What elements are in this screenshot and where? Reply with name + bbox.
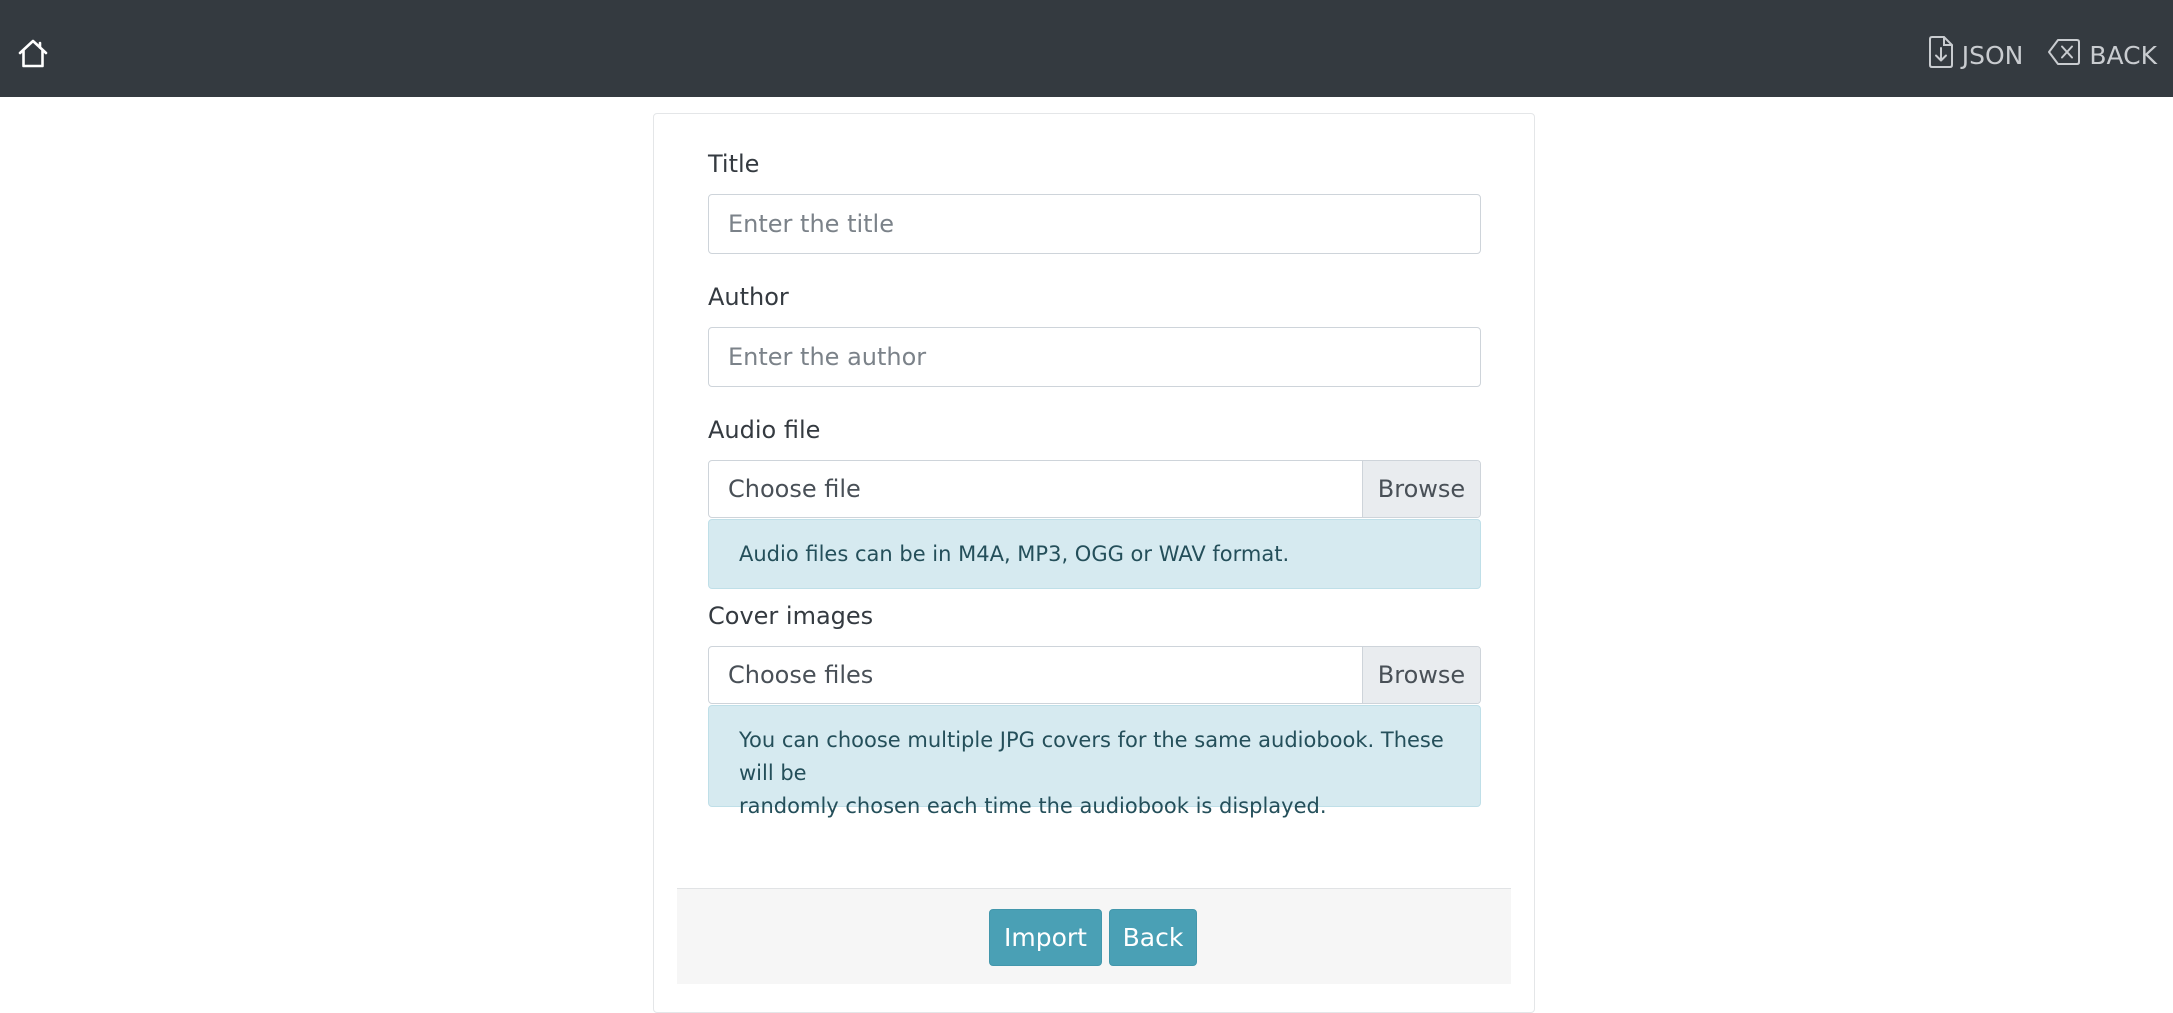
cover-hint-line-1: You can choose multiple JPG covers for t…	[739, 728, 1444, 785]
import-button[interactable]: Import	[989, 909, 1102, 966]
audio-file-input[interactable]: Choose file Browse	[708, 460, 1481, 518]
top-navbar: JSON BACK	[0, 0, 2173, 97]
title-input[interactable]	[708, 194, 1481, 254]
cover-images-input[interactable]: Choose files Browse	[708, 646, 1481, 704]
cover-images-hint: You can choose multiple JPG covers for t…	[708, 705, 1481, 818]
json-link-label: JSON	[1961, 40, 2024, 70]
audio-hint-text: Audio files can be in M4A, MP3, OGG or W…	[739, 542, 1290, 566]
home-icon[interactable]	[16, 37, 50, 71]
author-label: Author	[708, 283, 789, 311]
back-link-label: BACK	[2089, 40, 2157, 70]
audio-browse-button[interactable]: Browse	[1362, 461, 1480, 517]
author-input[interactable]	[708, 327, 1481, 387]
cover-hint-line-2: randomly chosen each time the audiobook …	[739, 794, 1327, 818]
import-form-card: Title Author Audio file Choose file Brow…	[653, 113, 1535, 1013]
cover-browse-button[interactable]: Browse	[1362, 647, 1480, 703]
audio-format-hint: Audio files can be in M4A, MP3, OGG or W…	[708, 519, 1481, 589]
back-button[interactable]: Back	[1109, 909, 1197, 966]
back-link[interactable]: BACK	[2047, 38, 2157, 72]
cover-file-placeholder: Choose files	[728, 661, 874, 689]
backspace-icon	[2047, 38, 2089, 72]
title-label: Title	[708, 150, 760, 178]
audio-file-placeholder: Choose file	[728, 475, 861, 503]
file-download-icon	[1928, 36, 1962, 74]
cover-images-label: Cover images	[708, 602, 874, 630]
audio-file-label: Audio file	[708, 416, 821, 444]
json-export-link[interactable]: JSON	[1928, 36, 2024, 74]
form-footer: Import Back	[677, 888, 1511, 984]
